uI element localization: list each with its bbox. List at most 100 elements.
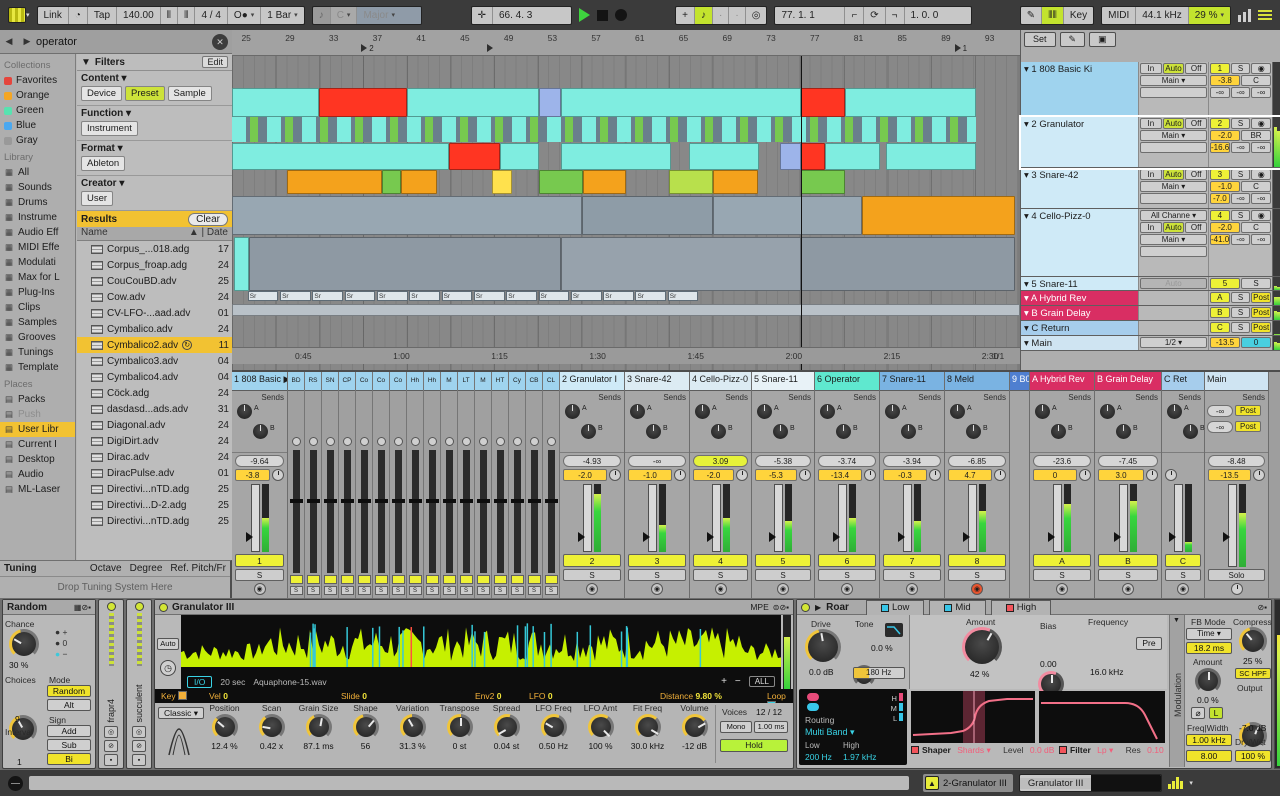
arm-button[interactable]: ◉ — [1251, 210, 1271, 221]
routing-select[interactable]: Multi Band ▾ — [805, 727, 855, 738]
solo-button[interactable]: S — [693, 569, 748, 581]
collection-item-gray[interactable]: Gray — [0, 133, 75, 148]
pad-solo-button[interactable]: S — [375, 586, 388, 595]
file-row[interactable]: Corpus_...018.adg17 — [77, 241, 232, 257]
auto-button[interactable]: Auto — [157, 638, 179, 650]
send-c-field[interactable]: -∞ — [1251, 234, 1271, 245]
peak-level-display[interactable]: -7.45 — [1098, 455, 1158, 467]
pad-solo-button[interactable]: S — [443, 586, 456, 595]
pan-knob[interactable] — [736, 469, 748, 481]
map-icon[interactable]: ◎ — [132, 726, 146, 738]
send-knob-a[interactable] — [237, 404, 252, 419]
fader-handle[interactable] — [1169, 532, 1176, 542]
pad-out-field[interactable] — [545, 575, 558, 584]
arm-button[interactable]: ◉ — [254, 583, 266, 595]
clip[interactable] — [689, 143, 759, 170]
arm-button[interactable]: ◉ — [841, 583, 853, 595]
name-column-header[interactable]: Name — [81, 227, 108, 240]
track-header-main[interactable]: ▾ Main1/2 ▾-13.50 — [1021, 336, 1280, 351]
send-knob-a[interactable] — [630, 404, 645, 419]
file-row[interactable]: Directivi...nTD.adg25 — [77, 481, 232, 497]
fader-handle[interactable] — [769, 532, 776, 542]
pad-solo-button[interactable]: S — [358, 586, 371, 595]
scale-name-select[interactable]: Major▾ — [357, 7, 421, 24]
stop-all-icon[interactable] — [8, 776, 23, 791]
modulation-collapse-icon[interactable]: ▼ — [1173, 617, 1180, 624]
random-device-icons[interactable]: ▦⊘▪ — [74, 603, 91, 612]
tuning-drop-zone[interactable]: Drop Tuning System Here — [0, 577, 230, 597]
send-knob-a[interactable] — [565, 404, 580, 419]
monitor-in-button[interactable]: In — [1140, 63, 1162, 74]
file-row[interactable]: CouCouBD.adv25 — [77, 273, 232, 289]
solo-button[interactable]: S — [883, 569, 941, 581]
clip[interactable] — [801, 88, 845, 117]
main-volume-field[interactable]: -13.5 — [1210, 337, 1240, 348]
param-knob[interactable] — [259, 714, 285, 740]
chain-minimap[interactable] — [1091, 775, 1161, 791]
fader-handle[interactable] — [963, 532, 970, 542]
scale-icon[interactable]: ♪ — [313, 7, 331, 24]
file-row[interactable]: Directivi...D-2.adg25 — [77, 497, 232, 513]
track-number-button[interactable]: C — [1165, 554, 1201, 567]
arm-button[interactable]: ◉ — [971, 583, 983, 595]
pad-fader[interactable] — [327, 450, 334, 573]
pad-fader[interactable] — [463, 450, 470, 573]
library-item-audio-eff[interactable]: ▦Audio Eff — [0, 225, 75, 240]
sign-bi-button[interactable]: Bi — [47, 753, 91, 765]
fader-handle[interactable] — [833, 532, 840, 542]
place-item-current-i[interactable]: ▤Current I — [0, 437, 75, 452]
re-enable-automation-icon[interactable]: · — [729, 7, 745, 24]
sample-name[interactable]: Aquaphone-15.wav — [253, 677, 326, 687]
mini-clip-row[interactable] — [232, 117, 976, 142]
automation-mode-icon[interactable]: ⦀⦀ — [1042, 7, 1064, 24]
metronome-icon[interactable]: ◔ — [69, 7, 88, 24]
retrigger-time[interactable]: 1.00 ms — [754, 721, 788, 733]
track-header-3-snare-42[interactable]: ▾ 3 Snare-42InAutoOffMain ▾3S◉-1.0C-7.0-… — [1021, 168, 1280, 209]
track-number-button[interactable]: 4 — [693, 554, 748, 567]
track-number-button[interactable]: 2 — [1210, 118, 1230, 129]
output-value[interactable]: -7.0 dB — [1239, 723, 1266, 733]
pad-solo-button[interactable]: S — [511, 586, 524, 595]
return-number-button[interactable]: C — [1210, 322, 1230, 333]
send-knob-b[interactable] — [1116, 424, 1131, 439]
nudge-up-icon[interactable]: ⦀ — [178, 7, 195, 24]
clip[interactable] — [249, 237, 561, 291]
volume-field[interactable]: -2.0 — [693, 469, 734, 481]
send-a-post-button[interactable]: Post — [1235, 405, 1261, 416]
pad-out-field[interactable] — [392, 575, 405, 584]
clip[interactable] — [319, 88, 406, 117]
place-item-desktop[interactable]: ▤Desktop — [0, 452, 75, 467]
fader-handle[interactable] — [898, 532, 905, 542]
strip-name[interactable]: C Ret — [1162, 372, 1204, 391]
pad-solo-button[interactable]: S — [409, 586, 422, 595]
io-tab[interactable]: I/O — [187, 676, 212, 688]
solo-button[interactable]: S — [1231, 322, 1251, 333]
shaper-type-select[interactable]: Shards ▾ — [957, 745, 991, 755]
solo-button[interactable]: S — [563, 569, 621, 581]
pad-name[interactable]: Co — [373, 372, 389, 391]
clip-name-tab[interactable]: Sr — [409, 291, 440, 301]
track-header-c-return[interactable]: ▾ C ReturnCSPost — [1021, 321, 1280, 336]
monitor-in-button[interactable]: In — [1140, 169, 1162, 180]
clip-name-tab[interactable]: Sr — [442, 291, 473, 301]
monitor-auto-button[interactable]: Auto — [1163, 222, 1185, 233]
pad-pan-knob[interactable] — [479, 437, 488, 446]
pad-name[interactable]: M — [441, 372, 457, 391]
quantization-select[interactable]: 1 Bar▾ — [261, 7, 303, 24]
solo-button[interactable]: S — [235, 569, 284, 581]
clip-name-tab[interactable]: Sr — [506, 291, 537, 301]
solo-button[interactable]: S — [1231, 169, 1251, 180]
volume-field[interactable]: 0 — [1033, 469, 1077, 481]
strip-name[interactable]: 1 808 Basic ▶ — [232, 372, 287, 391]
clip[interactable] — [583, 170, 626, 194]
file-row[interactable]: CV-LFO-...aad.adv01 — [77, 305, 232, 321]
pad-pan-knob[interactable] — [326, 437, 335, 446]
pad-fader[interactable] — [293, 450, 300, 573]
volume-field[interactable]: -2.0 — [1210, 130, 1240, 141]
pad-solo-button[interactable]: S — [341, 586, 354, 595]
library-item-sounds[interactable]: ▦Sounds — [0, 180, 75, 195]
record-button[interactable] — [615, 9, 627, 21]
device-chain-tab[interactable]: Granulator III — [1019, 774, 1162, 792]
roar-icons[interactable]: ⊘▪ — [1257, 603, 1267, 612]
param-knob[interactable] — [494, 714, 520, 740]
